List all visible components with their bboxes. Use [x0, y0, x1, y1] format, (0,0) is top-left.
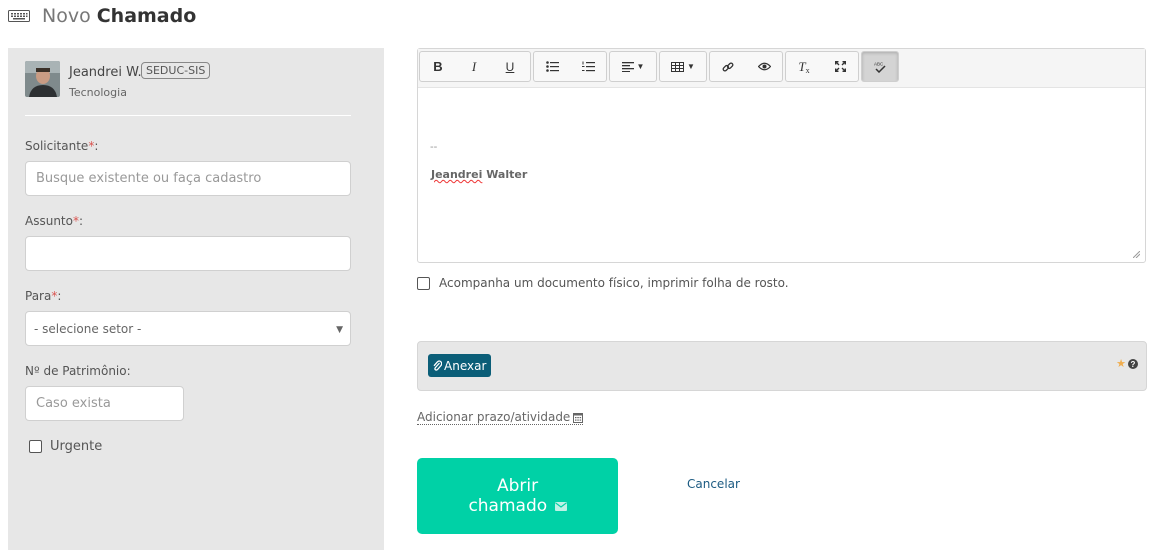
page-header: Novo Chamado — [8, 3, 196, 29]
caret-down-icon: ▼ — [636, 62, 645, 71]
preview-icon[interactable] — [746, 52, 782, 81]
keyboard-icon — [8, 10, 30, 22]
divider — [25, 115, 351, 116]
insert-group — [709, 51, 783, 82]
help-icon[interactable]: ? — [1128, 359, 1138, 369]
paperclip-icon — [433, 360, 442, 371]
physical-document-label: Acompanha um documento físico, imprimir … — [439, 276, 789, 290]
open-ticket-button[interactable]: Abrir chamado — [417, 458, 618, 534]
solicitante-placeholder: Busque existente ou faça cadastro — [36, 171, 262, 186]
patrimonio-label: Nº de Patrimônio: — [25, 364, 131, 378]
solicitante-input[interactable]: Busque existente ou faça cadastro — [25, 161, 351, 196]
editor-toolbar: B I U ▼ ▼ Tx ABC — [418, 49, 1145, 88]
attach-button[interactable]: Anexar — [428, 354, 492, 377]
assunto-label: Assunto*: — [25, 214, 84, 228]
attachments-area: Anexar ★ ? — [417, 341, 1147, 391]
signature-separator: -- — [430, 141, 438, 153]
para-label: Para*: — [25, 289, 62, 303]
italic-icon[interactable]: I — [456, 52, 492, 81]
align-icon — [621, 61, 634, 72]
sector-select-value: - selecione setor - — [34, 321, 142, 336]
attach-button-label: Anexar — [444, 358, 487, 373]
align-dropdown[interactable]: ▼ — [609, 51, 657, 82]
avatar — [25, 61, 60, 97]
physical-document-option[interactable]: Acompanha um documento físico, imprimir … — [417, 276, 789, 290]
caret-down-icon: ▼ — [687, 62, 695, 71]
calendar-icon — [573, 412, 584, 423]
page-title: Chamado — [96, 5, 197, 27]
list-group — [533, 51, 607, 82]
page-title-prefix: Novo — [42, 5, 91, 27]
signature-text: Jeandrei Walter — [431, 168, 528, 181]
rich-text-editor[interactable]: B I U ▼ ▼ Tx ABC -- Jeandrei Walter — [417, 48, 1146, 263]
urgent-label: Urgente — [50, 439, 103, 454]
open-ticket-label-line1: Abrir — [496, 476, 539, 496]
spellcheck-group: ABC — [861, 51, 899, 82]
numbered-list-icon[interactable] — [570, 52, 606, 81]
table-dropdown[interactable]: ▼ — [659, 51, 707, 82]
solicitante-label: Solicitante*: — [25, 139, 99, 153]
urgent-option[interactable]: Urgente — [29, 439, 102, 454]
svg-text:ABC: ABC — [874, 61, 884, 66]
sector-select[interactable]: - selecione setor - ▼ — [25, 311, 351, 346]
urgent-checkbox[interactable] — [29, 440, 42, 453]
open-ticket-label-line2: chamado — [417, 496, 618, 516]
table-icon — [671, 61, 685, 72]
envelope-icon — [554, 502, 567, 511]
format-group: B I U — [419, 51, 531, 82]
user-name: Jeandrei W. — [69, 65, 142, 80]
resize-handle-icon[interactable] — [1133, 251, 1140, 258]
star-icon[interactable]: ★ — [1116, 357, 1126, 370]
underline-icon[interactable]: U — [492, 52, 528, 81]
assunto-input[interactable] — [25, 236, 351, 271]
add-deadline-link[interactable]: Adicionar prazo/atividade — [417, 410, 584, 425]
link-icon[interactable] — [710, 52, 746, 81]
user-sector-badge: SEDUC-SIS — [141, 62, 211, 79]
chevron-down-icon: ▼ — [336, 325, 343, 335]
bullet-list-icon[interactable] — [534, 52, 570, 81]
physical-document-checkbox[interactable] — [417, 276, 430, 290]
fullscreen-icon[interactable] — [822, 52, 858, 81]
bold-icon[interactable]: B — [420, 52, 456, 81]
remove-format-icon[interactable]: Tx — [786, 52, 822, 81]
add-deadline-label: Adicionar prazo/atividade — [417, 410, 571, 424]
ticket-sidebar: Jeandrei W. SEDUC-SIS Tecnologia Solicit… — [8, 48, 384, 550]
tools-group: Tx — [785, 51, 859, 82]
cancel-link[interactable]: Cancelar — [687, 477, 740, 491]
patrimonio-placeholder: Caso exista — [36, 396, 111, 411]
user-department: Tecnologia — [69, 86, 127, 99]
spellcheck-icon[interactable]: ABC — [862, 52, 898, 81]
patrimonio-input[interactable]: Caso exista — [25, 386, 184, 421]
